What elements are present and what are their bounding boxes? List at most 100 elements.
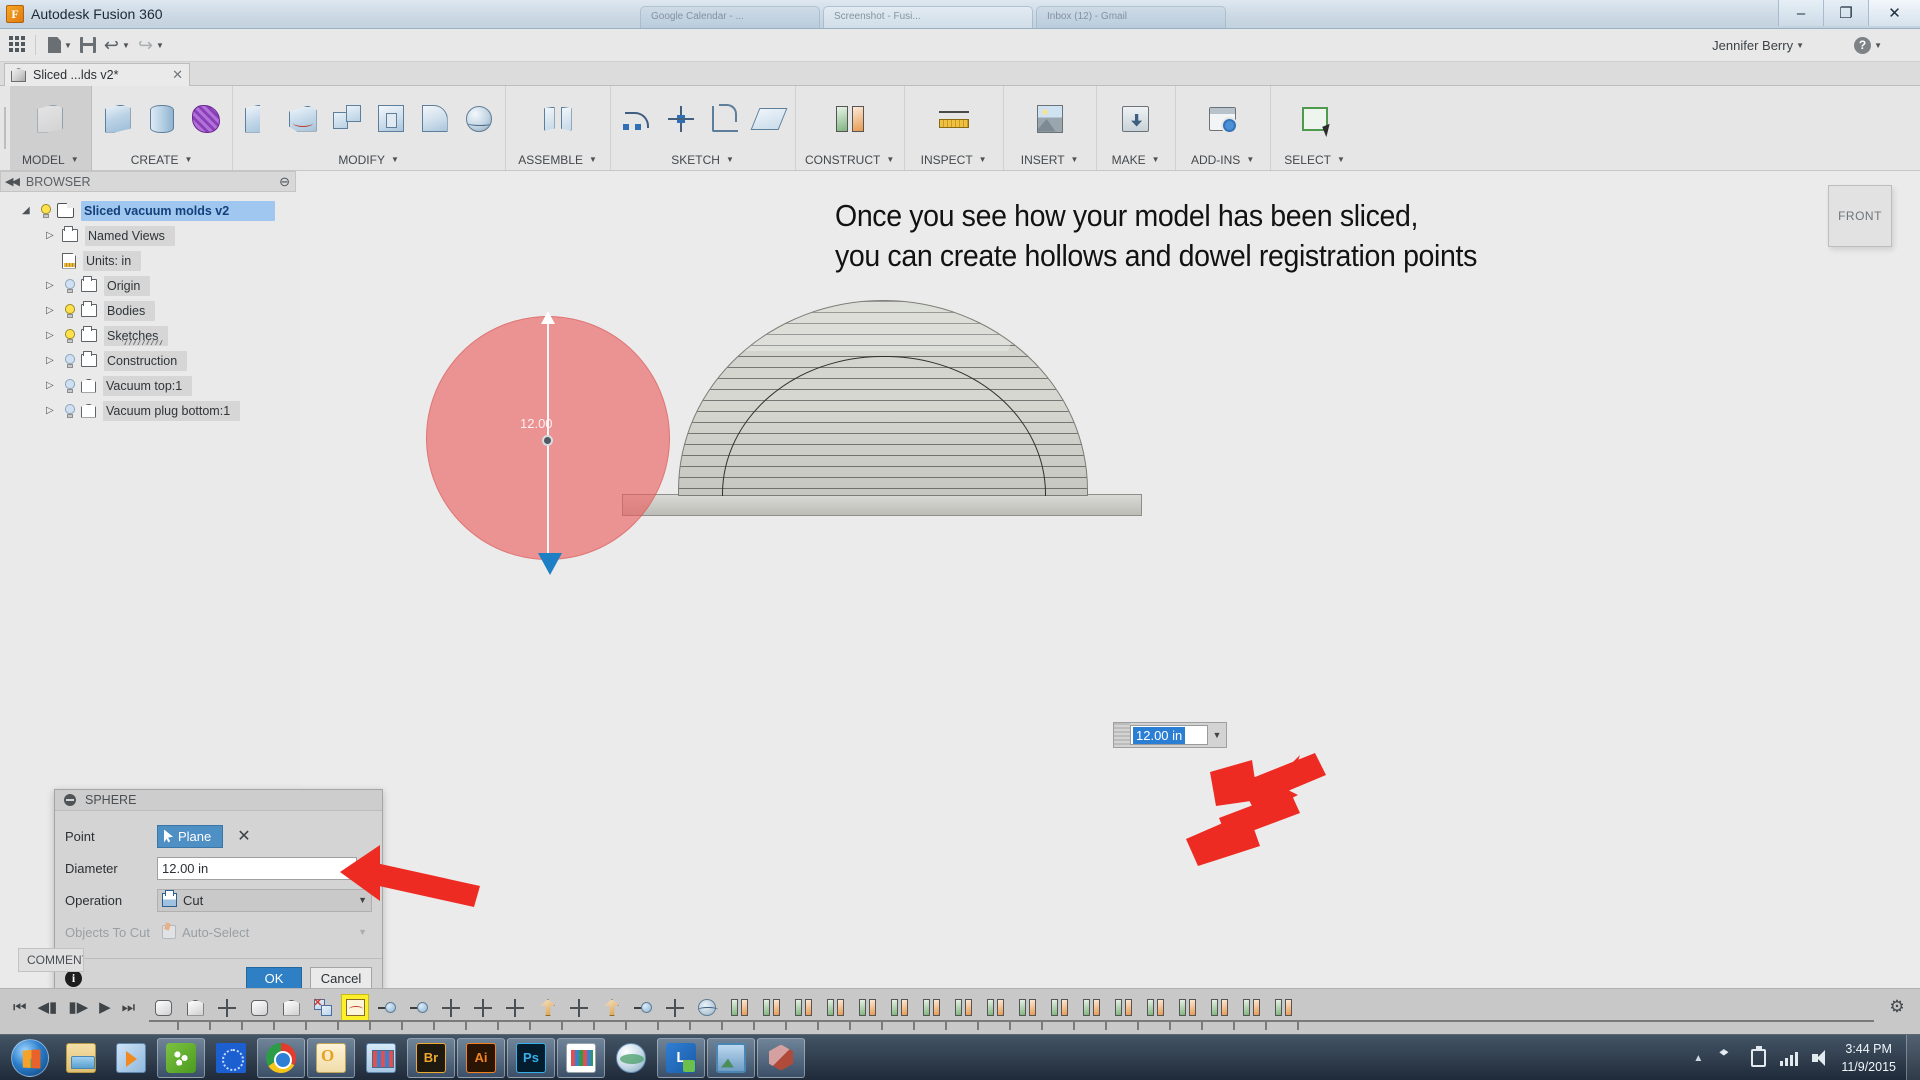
select-menu[interactable]: SELECT ▼ xyxy=(1277,149,1353,170)
point-select-button[interactable]: Plane xyxy=(157,825,223,848)
tree-item-vacuum-plug-bottom[interactable]: ▷ Vacuum plug bottom:1 xyxy=(0,398,302,423)
chevron-down-icon[interactable]: ▼ xyxy=(363,863,372,873)
skip-start-icon[interactable]: ⏮ xyxy=(13,999,27,1016)
tree-item-root[interactable]: ◢ Sliced vacuum molds v2 xyxy=(0,198,302,223)
info-icon[interactable]: i xyxy=(65,970,82,987)
minimize-button[interactable]: – xyxy=(1778,0,1823,26)
construct-menu[interactable]: CONSTRUCT ▼ xyxy=(802,149,898,170)
redo-button[interactable]: ↪ ▼ xyxy=(134,32,168,58)
tree-item-sketches[interactable]: ▷ Sketches xyxy=(0,323,302,348)
timeline-feature[interactable] xyxy=(1077,994,1105,1021)
timeline-settings-button[interactable]: ⚙ xyxy=(1874,989,1920,1017)
taskbar-app-file-explorer[interactable] xyxy=(57,1038,105,1078)
taskbar-app-globe-app[interactable] xyxy=(607,1038,655,1078)
timeline-feature[interactable] xyxy=(501,994,529,1021)
app-grid-icon[interactable] xyxy=(9,36,27,54)
document-tab[interactable]: Sliced ...lds v2* ✕ xyxy=(4,63,190,86)
timeline-feature[interactable] xyxy=(1173,994,1201,1021)
tree-item-origin[interactable]: ▷ Origin xyxy=(0,273,302,298)
play-icon[interactable]: ▶ xyxy=(99,998,111,1016)
taskbar-app-blue-seal-app[interactable] xyxy=(207,1038,255,1078)
3d-print-icon[interactable] xyxy=(1116,99,1156,139)
clear-selection-icon[interactable]: ✕ xyxy=(237,826,250,846)
fillet-surface-icon[interactable] xyxy=(283,99,323,139)
tree-item-construction[interactable]: ▷ Construction xyxy=(0,348,302,373)
light-bulb-icon[interactable] xyxy=(62,403,78,419)
spline-icon[interactable] xyxy=(617,99,657,139)
tree-item-units[interactable]: Units: in xyxy=(0,248,302,273)
user-account-menu[interactable]: Jennifer Berry ▼ xyxy=(1712,38,1804,53)
timeline-feature[interactable] xyxy=(853,994,881,1021)
twisty-icon[interactable]: ▷ xyxy=(46,380,62,391)
twisty-icon[interactable]: ▷ xyxy=(46,355,62,366)
timeline-feature[interactable] xyxy=(245,994,273,1021)
taskbar-app-windows-media-player[interactable] xyxy=(107,1038,155,1078)
timeline-feature[interactable] xyxy=(1109,994,1137,1021)
comments-panel-tab[interactable]: COMMENTS xyxy=(18,948,84,972)
cylinder-icon[interactable] xyxy=(142,99,182,139)
taskbar-app-lync-app[interactable]: L xyxy=(657,1038,705,1078)
taskbar-app-green-app[interactable] xyxy=(157,1038,205,1078)
network-icon[interactable] xyxy=(1780,1051,1798,1066)
taskbar-app-google-chrome[interactable] xyxy=(257,1038,305,1078)
timeline-feature[interactable] xyxy=(373,994,401,1021)
timeline-feature[interactable] xyxy=(1269,994,1297,1021)
show-desktop-button[interactable] xyxy=(1906,1035,1920,1080)
light-bulb-icon[interactable] xyxy=(62,303,78,319)
twisty-icon[interactable]: ▷ xyxy=(46,280,62,291)
step-back-icon[interactable]: ◀▮ xyxy=(38,998,58,1016)
light-bulb-icon[interactable] xyxy=(62,328,78,344)
coil-icon[interactable] xyxy=(186,99,226,139)
help-menu[interactable]: ? ▼ xyxy=(1854,37,1882,54)
timeline-feature[interactable] xyxy=(821,994,849,1021)
taskbar-app-document-app[interactable] xyxy=(557,1038,605,1078)
dropbox-icon[interactable] xyxy=(1719,1049,1737,1067)
inspect-menu[interactable]: INSPECT ▼ xyxy=(911,149,997,170)
timeline-feature[interactable] xyxy=(661,994,689,1021)
tree-item-bodies[interactable]: ▷ Bodies xyxy=(0,298,302,323)
volume-icon[interactable] xyxy=(1812,1050,1830,1066)
twisty-icon[interactable]: ▷ xyxy=(46,330,62,341)
show-hidden-icons-icon[interactable]: ▲ xyxy=(1693,1053,1703,1064)
create-menu[interactable]: CREATE ▼ xyxy=(98,149,226,170)
battery-icon[interactable] xyxy=(1751,1049,1766,1067)
timeline-feature[interactable] xyxy=(1205,994,1233,1021)
chevron-down-icon[interactable]: ▼ xyxy=(1208,730,1226,740)
manipulator-origin-point[interactable] xyxy=(542,435,553,446)
dimension-input-box[interactable]: 12.00 in ▼ xyxy=(1113,722,1227,748)
timeline-feature[interactable] xyxy=(213,994,241,1021)
twisty-icon[interactable]: ▷ xyxy=(46,230,62,241)
measure-icon[interactable] xyxy=(934,99,974,139)
modify-menu[interactable]: MODIFY ▼ xyxy=(239,149,499,170)
taskbar-app-fusion-360[interactable] xyxy=(757,1038,805,1078)
assemble-menu[interactable]: ASSEMBLE ▼ xyxy=(512,149,604,170)
skip-end-icon[interactable]: ⏭ xyxy=(122,999,136,1016)
save-button[interactable] xyxy=(76,32,100,58)
combine-icon[interactable] xyxy=(327,99,367,139)
sphere-icon[interactable] xyxy=(459,99,499,139)
offset-plane-icon[interactable] xyxy=(830,99,870,139)
sphere-dialog[interactable]: SPHERE Point Plane ✕ Diameter 12.00 in ▼… xyxy=(54,789,383,999)
ok-button[interactable]: OK xyxy=(246,967,302,990)
minimize-dot-icon[interactable] xyxy=(64,794,76,806)
timeline-feature[interactable] xyxy=(277,994,305,1021)
chevron-down-icon[interactable]: ▼ xyxy=(358,895,367,905)
clock[interactable]: 3:44 PM 11/9/2015 xyxy=(1841,1040,1896,1076)
diameter-input[interactable]: 12.00 in xyxy=(157,857,357,880)
start-button[interactable] xyxy=(4,1037,56,1079)
dimension-input-field[interactable]: 12.00 in xyxy=(1130,725,1208,745)
step-forward-icon[interactable]: ▮▶ xyxy=(68,998,88,1016)
twisty-icon[interactable]: ◢ xyxy=(22,205,38,216)
timeline-feature[interactable] xyxy=(597,994,625,1021)
timeline-feature[interactable] xyxy=(181,994,209,1021)
select-arrow-icon[interactable] xyxy=(1295,99,1335,139)
light-bulb-icon[interactable] xyxy=(62,353,78,369)
collapse-left-icon[interactable]: ◀◀ xyxy=(5,175,18,188)
timeline-feature-selected[interactable] xyxy=(341,994,369,1021)
timeline-feature[interactable] xyxy=(533,994,561,1021)
taskbar-app-adobe-bridge[interactable]: Br xyxy=(407,1038,455,1078)
press-pull-icon[interactable] xyxy=(239,99,279,139)
close-button[interactable]: ✕ xyxy=(1868,0,1920,26)
timeline-feature[interactable] xyxy=(1045,994,1073,1021)
undo-button[interactable]: ↩ ▼ xyxy=(100,32,134,58)
